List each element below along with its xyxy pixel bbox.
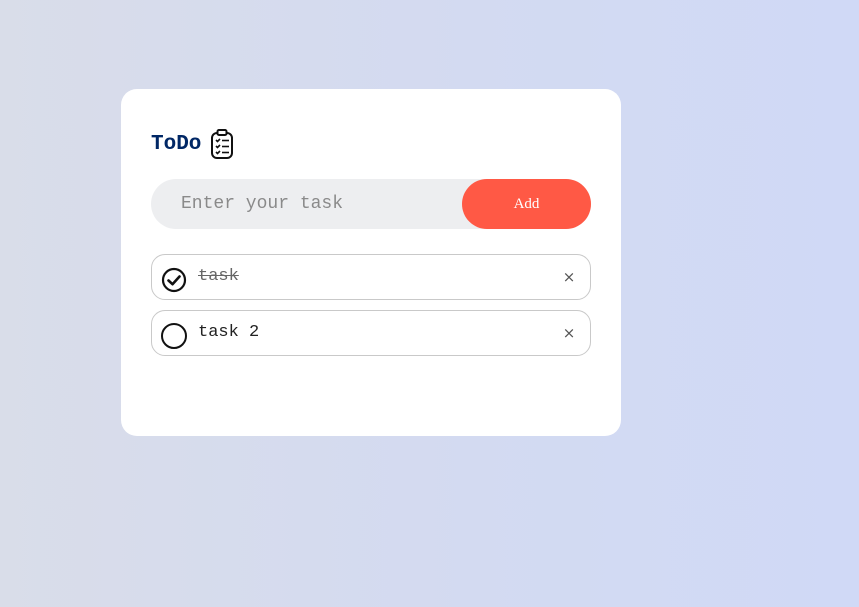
task-item[interactable]: task 2 × xyxy=(151,310,591,356)
task-input[interactable] xyxy=(151,179,451,229)
header: ToDo xyxy=(151,129,235,159)
clipboard-checklist-icon xyxy=(209,129,235,159)
app-title: ToDo xyxy=(151,132,202,156)
add-button[interactable]: Add xyxy=(462,179,591,229)
close-icon[interactable]: × xyxy=(562,323,576,343)
check-circle-icon[interactable] xyxy=(161,267,187,293)
task-item[interactable]: task × xyxy=(151,254,591,300)
todo-card: ToDo Add task xyxy=(121,89,621,436)
task-label: task 2 xyxy=(198,323,260,342)
empty-circle-icon[interactable] xyxy=(161,323,187,349)
close-icon[interactable]: × xyxy=(562,267,576,287)
task-label: task xyxy=(198,267,239,286)
task-input-row: Add xyxy=(151,179,591,229)
task-list: task × task 2 × xyxy=(151,254,591,366)
